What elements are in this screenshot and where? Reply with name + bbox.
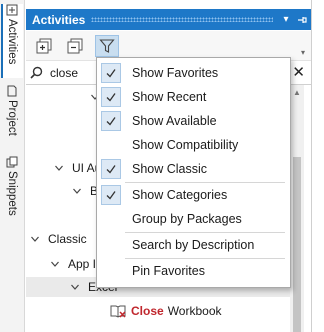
tab-label-activities: Activities bbox=[6, 19, 18, 65]
checkmark-icon bbox=[101, 87, 121, 107]
tree-node-ui-automation[interactable]: UI Au bbox=[54, 158, 101, 178]
collapse-all-icon bbox=[67, 38, 83, 54]
menu-item-show-categories[interactable]: Show Categories bbox=[97, 183, 290, 207]
menu-item-group-by-packages[interactable]: Group by Packages bbox=[97, 207, 290, 231]
activities-icon bbox=[6, 4, 18, 16]
pin-button[interactable] bbox=[295, 13, 309, 27]
tab-activities[interactable]: Activities bbox=[1, 4, 23, 78]
menu-item-label: Show Available bbox=[132, 114, 217, 128]
menu-item-show-available[interactable]: Show Available bbox=[97, 109, 290, 133]
menu-item-label: Show Favorites bbox=[132, 66, 219, 80]
menu-item-label: Search by Description bbox=[132, 238, 255, 252]
tree-node-close-workbook[interactable]: Close Workbook bbox=[110, 301, 222, 321]
scroll-up-arrow[interactable]: ▲ bbox=[293, 89, 301, 97]
tab-label-snippets: Snippets bbox=[6, 171, 18, 216]
project-icon bbox=[7, 85, 17, 97]
chevron-down-icon bbox=[71, 284, 79, 290]
filter-icon bbox=[99, 39, 115, 53]
menu-item-label: Show Categories bbox=[132, 188, 228, 202]
side-tab-strip: Activities Project Snippets bbox=[0, 0, 25, 332]
checkmark-icon bbox=[101, 185, 121, 205]
search-input[interactable]: close bbox=[50, 66, 78, 80]
filter-menu: Show Favorites Show Recent Show Availabl… bbox=[96, 57, 291, 288]
menu-item-label: Show Classic bbox=[132, 162, 208, 176]
checkmark-icon bbox=[101, 159, 121, 179]
chevron-down-icon bbox=[55, 165, 63, 171]
checkmark-icon bbox=[101, 63, 121, 83]
tab-project[interactable]: Project bbox=[1, 85, 23, 149]
menu-item-label: Show Compatibility bbox=[132, 138, 239, 152]
search-match-text: Close bbox=[131, 304, 164, 318]
tree-scrollbar[interactable]: ▲ bbox=[290, 85, 304, 332]
menu-item-show-compatibility[interactable]: Show Compatibility bbox=[97, 133, 290, 157]
tab-label-project: Project bbox=[6, 100, 18, 136]
title-grip bbox=[91, 17, 273, 22]
chevron-down-icon bbox=[51, 261, 59, 267]
chevron-down-icon bbox=[31, 236, 39, 242]
tree-node-label: App I bbox=[68, 257, 97, 271]
tab-snippets[interactable]: Snippets bbox=[1, 156, 23, 226]
menu-item-label: Pin Favorites bbox=[132, 264, 205, 278]
toolbar-overflow-button[interactable]: ▾ bbox=[301, 48, 305, 57]
tree-node-app-integration[interactable]: App I bbox=[50, 254, 96, 274]
menu-item-show-classic[interactable]: Show Classic bbox=[97, 157, 290, 181]
tree-node-label: Workbook bbox=[167, 304, 222, 318]
search-icon bbox=[30, 66, 43, 79]
panel-menu-button[interactable]: ▾ bbox=[279, 13, 293, 27]
panel-title-bar: Activities ▾ bbox=[26, 9, 311, 30]
adjacent-panel-edge bbox=[311, 0, 324, 332]
checkmark-icon bbox=[101, 111, 121, 131]
expand-all-icon bbox=[36, 38, 52, 54]
chevron-down-icon bbox=[73, 188, 81, 194]
menu-item-show-favorites[interactable]: Show Favorites bbox=[97, 61, 290, 85]
menu-item-label: Group by Packages bbox=[132, 212, 242, 226]
menu-item-label: Show Recent bbox=[132, 90, 207, 104]
pin-icon bbox=[298, 16, 307, 23]
expand-all-button[interactable] bbox=[32, 35, 56, 57]
tree-node-b[interactable]: B bbox=[72, 181, 98, 201]
tree-node-label: Classic bbox=[48, 232, 87, 246]
tree-node-classic[interactable]: Classic bbox=[30, 229, 87, 249]
menu-item-show-recent[interactable]: Show Recent bbox=[97, 85, 290, 109]
snippets-icon bbox=[6, 156, 18, 168]
menu-item-search-by-description[interactable]: Search by Description bbox=[97, 233, 290, 257]
scrollbar-thumb[interactable] bbox=[293, 157, 301, 332]
filter-button[interactable] bbox=[95, 35, 119, 57]
collapse-all-button[interactable] bbox=[63, 35, 87, 57]
clear-search-button[interactable]: ✕ bbox=[292, 63, 305, 81]
panel-title: Activities bbox=[32, 12, 86, 27]
workbook-activity-icon bbox=[110, 305, 126, 318]
menu-item-pin-favorites[interactable]: Pin Favorites bbox=[97, 259, 290, 283]
